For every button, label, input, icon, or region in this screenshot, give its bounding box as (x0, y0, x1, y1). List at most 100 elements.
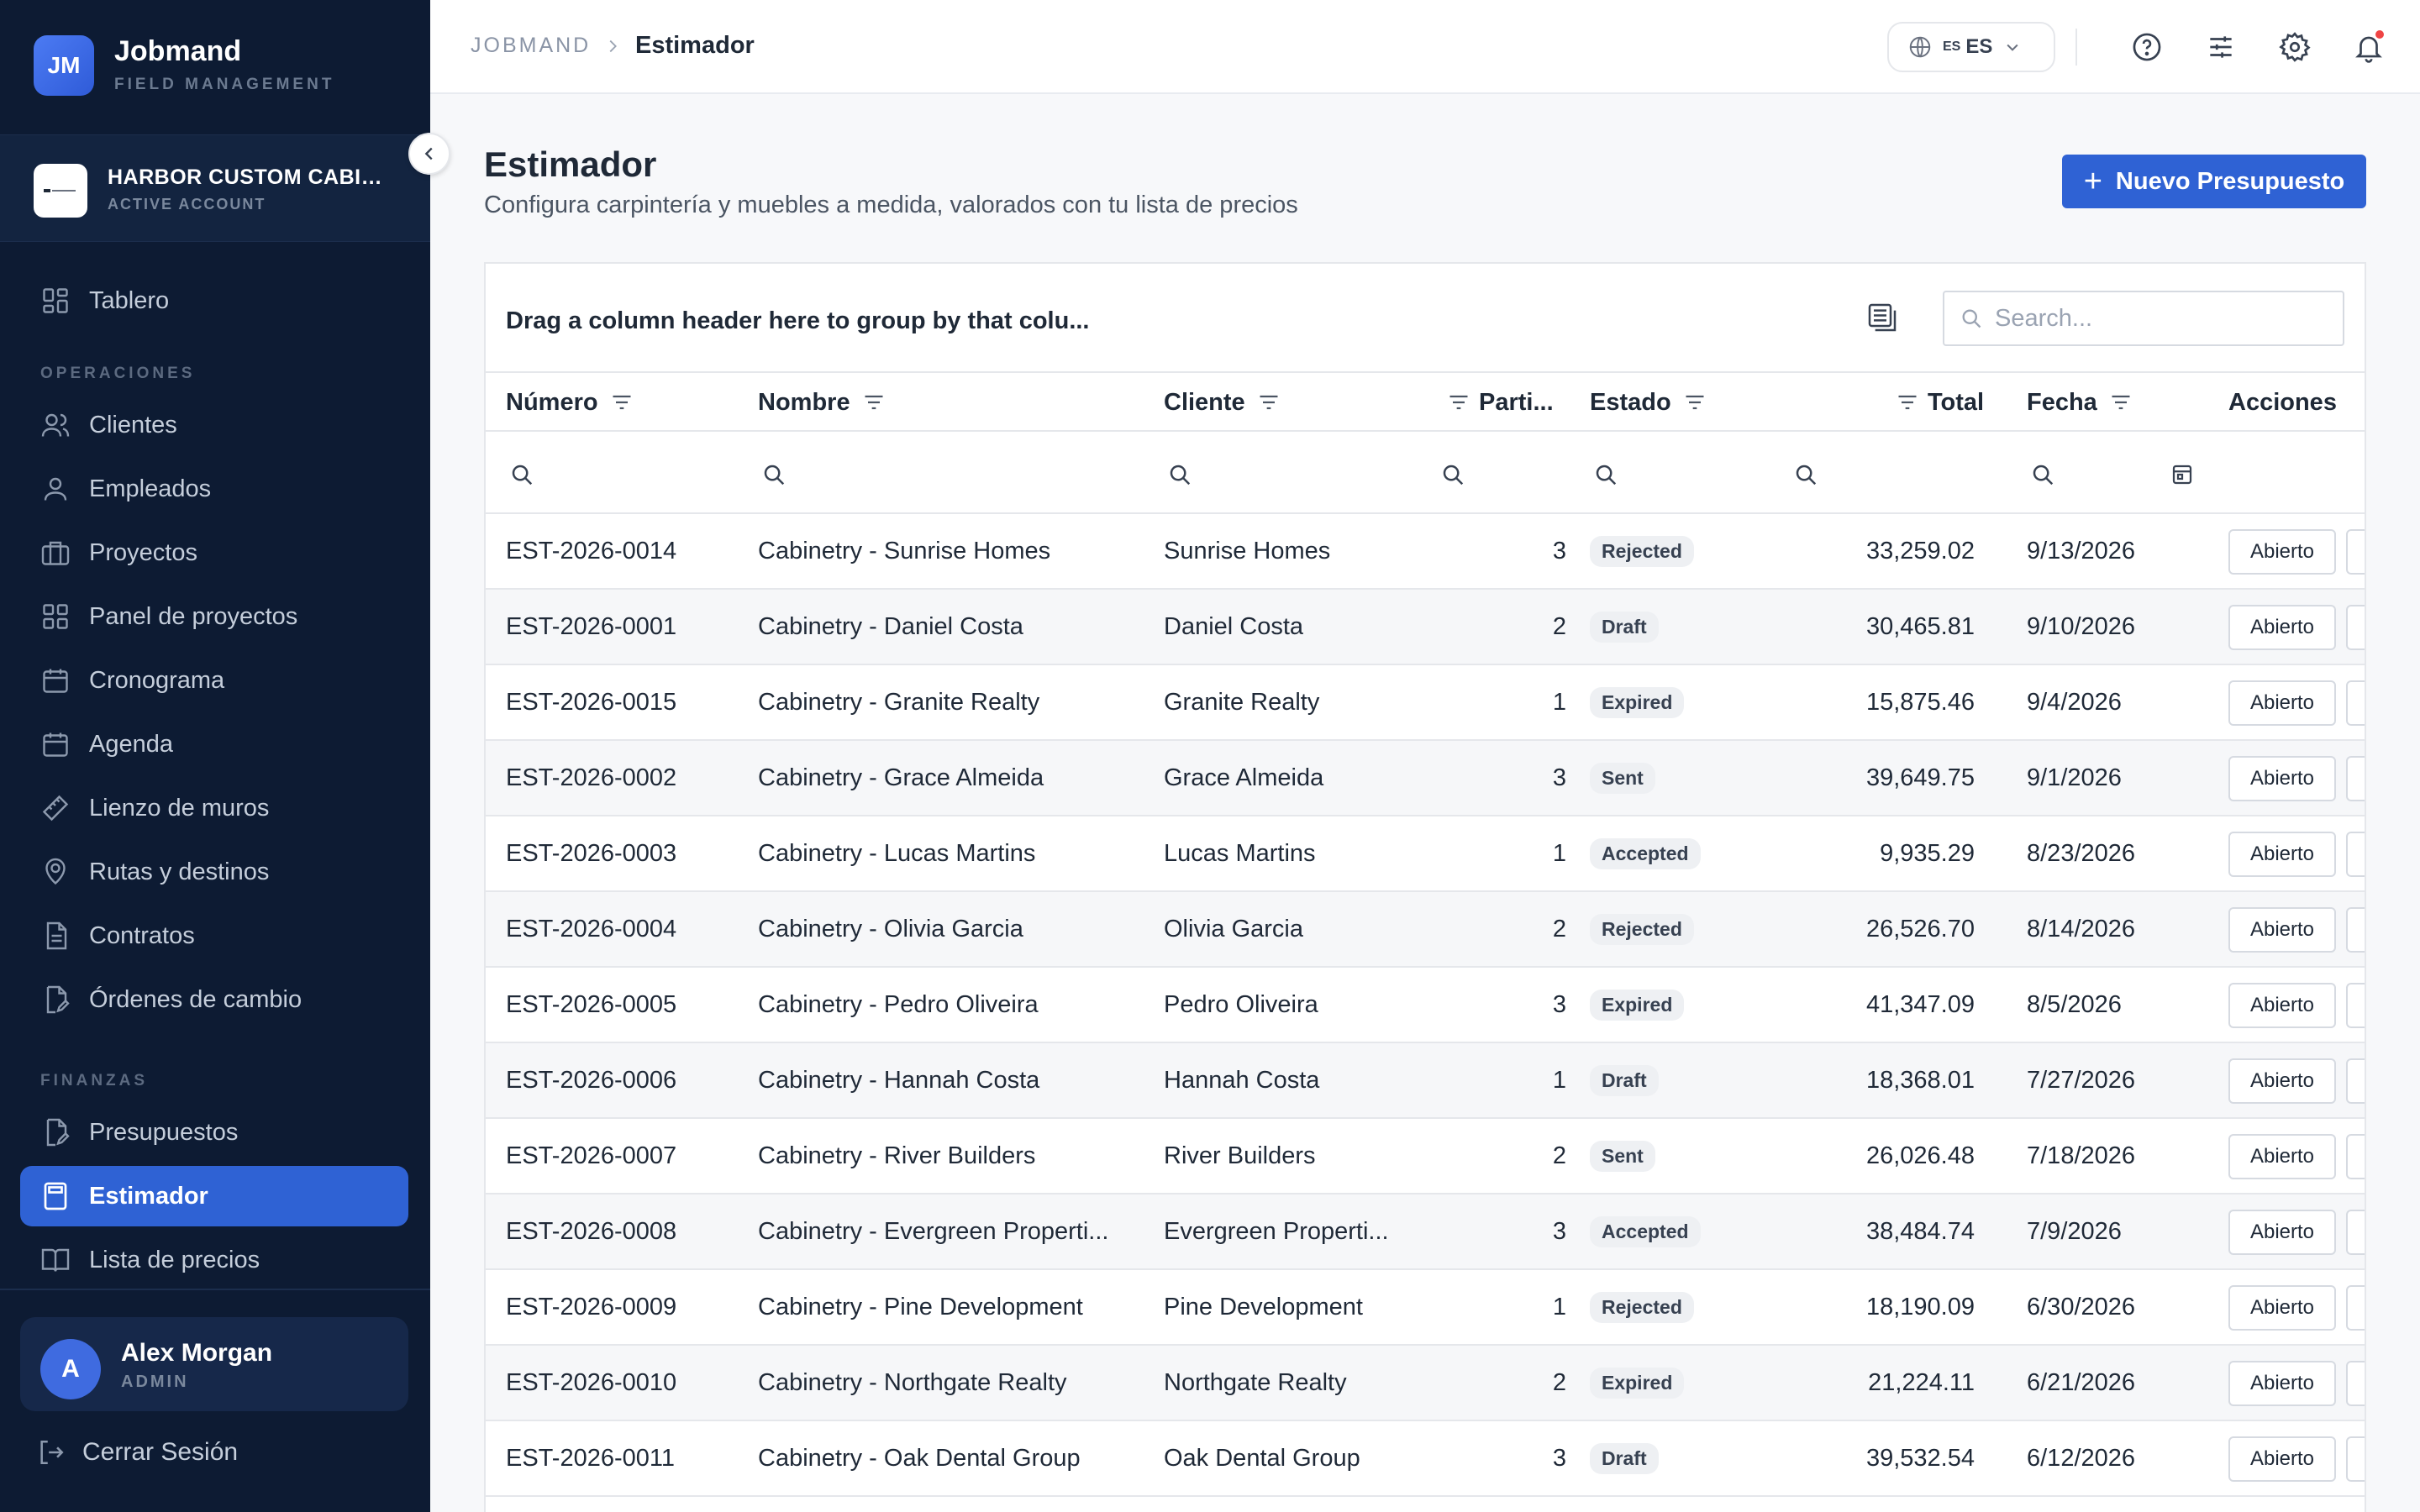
row-action-button[interactable] (2346, 529, 2365, 575)
group-panel[interactable]: Drag a column header here to group by th… (486, 264, 2365, 373)
table-row[interactable]: EST-2026-0014 Cabinetry - Sunrise Homes Su… (486, 514, 2365, 590)
row-action-button[interactable] (2346, 907, 2365, 953)
open-button[interactable]: Abierto (2228, 907, 2336, 953)
table-row[interactable]: EST-2026-0002 Cabinetry - Grace Almeida Gr… (486, 741, 2365, 816)
filter-search-icon[interactable] (1793, 462, 1818, 487)
sidebar-item-estimador[interactable]: Estimador (20, 1166, 408, 1226)
filter-search-icon[interactable] (1440, 462, 1465, 487)
table-row[interactable]: EST-2026-0006 Cabinetry - Hannah Costa Han… (486, 1043, 2365, 1119)
sidebar-item-rutas[interactable]: Rutas y destinos (20, 842, 408, 902)
sidebar-item-empleados[interactable]: Empleados (20, 459, 408, 519)
table-row[interactable]: EST-2026-0007 Cabinetry - River Builders R… (486, 1119, 2365, 1194)
breadcrumb-root[interactable]: JOBMAND (471, 34, 591, 58)
filter-search-icon[interactable] (2030, 462, 2055, 487)
row-action-button[interactable] (2346, 1285, 2365, 1331)
logout-button[interactable]: Cerrar Sesión (37, 1438, 238, 1467)
notifications-button[interactable] (2349, 27, 2389, 67)
table-row[interactable]: EST-2026-0005 Cabinetry - Pedro Oliveira P… (486, 968, 2365, 1043)
filter-icon[interactable] (610, 391, 634, 414)
table-row[interactable]: EST-2026-0009 Cabinetry - Pine Developmen… (486, 1270, 2365, 1346)
column-header-fecha[interactable]: Fecha (2027, 373, 2133, 432)
row-action-button[interactable] (2346, 605, 2365, 650)
sidebar-item-lienzo-muros[interactable]: Lienzo de muros (20, 778, 408, 838)
new-estimate-button[interactable]: + Nuevo Presupuesto (2062, 155, 2366, 208)
cell-partidas: 1 (1552, 1293, 1566, 1320)
filter-search-icon[interactable] (1593, 462, 1618, 487)
row-action-button[interactable] (2346, 1134, 2365, 1179)
open-button[interactable]: Abierto (2228, 1361, 2336, 1406)
sidebar-item-panel-proyectos[interactable]: Panel de proyectos (20, 586, 408, 647)
date-picker-icon[interactable] (2170, 462, 2195, 487)
filter-icon[interactable] (1896, 391, 1919, 414)
filter-icon[interactable] (1257, 391, 1281, 414)
table-row[interactable]: EST-2026-0003 Cabinetry - Lucas Martins Lu… (486, 816, 2365, 892)
cell-nombre: Cabinetry - Oak Dental Group (758, 1444, 1081, 1472)
column-header-label: Acciones (2228, 388, 2337, 416)
filter-icon[interactable] (1683, 391, 1707, 414)
filter-icon[interactable] (1447, 391, 1470, 414)
sidebar-item-tablero[interactable]: Tablero (20, 270, 408, 331)
open-button[interactable]: Abierto (2228, 1210, 2336, 1255)
row-action-button[interactable] (2346, 680, 2365, 726)
column-header-cliente[interactable]: Cliente (1164, 373, 1281, 432)
row-action-button[interactable] (2346, 832, 2365, 877)
row-action-button[interactable] (2346, 1436, 2365, 1482)
column-header-numero[interactable]: Número (506, 373, 634, 432)
table-row[interactable]: EST-2026-0001 Cabinetry - Daniel Costa Dan… (486, 590, 2365, 665)
filter-icon[interactable] (2109, 391, 2133, 414)
account-switcher[interactable]: HARBOR CUSTOM CABINETRY ACTIVE ACCOUNT (0, 134, 430, 242)
column-header-estado[interactable]: Estado (1590, 373, 1707, 432)
row-action-button[interactable] (2346, 1361, 2365, 1406)
status-badge: Sent (1590, 1140, 1655, 1172)
open-button[interactable]: Abierto (2228, 1285, 2336, 1331)
column-header-nombre[interactable]: Nombre (758, 373, 886, 432)
sidebar-item-cronograma[interactable]: Cronograma (20, 650, 408, 711)
sidebar-item-agenda[interactable]: Agenda (20, 714, 408, 774)
open-button[interactable]: Abierto (2228, 1134, 2336, 1179)
sidebar-item-clientes[interactable]: Clientes (20, 395, 408, 455)
filter-search-icon[interactable] (1167, 462, 1192, 487)
row-action-button[interactable] (2346, 983, 2365, 1028)
search-input[interactable] (1995, 304, 2323, 333)
open-button[interactable]: Abierto (2228, 605, 2336, 650)
brand[interactable]: JM Jobmand FIELD MANAGEMENT (34, 35, 403, 99)
table-row[interactable]: EST-2026-0011 Cabinetry - Oak Dental Grou… (486, 1421, 2365, 1497)
sidebar-item-proyectos[interactable]: Proyectos (20, 522, 408, 583)
status-badge: Draft (1590, 611, 1659, 643)
column-header-partidas[interactable]: Parti... (1447, 373, 1554, 432)
globe-icon (1909, 36, 1931, 58)
table-row[interactable]: EST-2026-0008 Cabinetry - Evergreen Prope… (486, 1194, 2365, 1270)
filters-button[interactable] (2201, 27, 2241, 67)
filter-search-icon[interactable] (509, 462, 534, 487)
cell-total: 38,484.74 (1865, 1217, 1975, 1245)
open-button[interactable]: Abierto (2228, 680, 2336, 726)
filter-search-icon[interactable] (761, 462, 786, 487)
sidebar-item-lista-precios[interactable]: Lista de precios (20, 1230, 408, 1290)
status-badge: Expired (1590, 989, 1685, 1021)
row-action-button[interactable] (2346, 1058, 2365, 1104)
sidebar-item-ordenes-cambio[interactable]: Órdenes de cambio (20, 969, 408, 1030)
help-button[interactable] (2127, 27, 2167, 67)
open-button[interactable]: Abierto (2228, 1058, 2336, 1104)
grid-search[interactable] (1943, 291, 2344, 346)
collapse-sidebar-button[interactable] (408, 133, 450, 175)
language-selector[interactable]: ES ES (1887, 22, 2055, 72)
table-row[interactable]: EST-2026-0010 Cabinetry - Northgate Realt… (486, 1346, 2365, 1421)
sidebar-item-presupuestos[interactable]: Presupuestos (20, 1102, 408, 1163)
open-button[interactable]: Abierto (2228, 529, 2336, 575)
open-button[interactable]: Abierto (2228, 983, 2336, 1028)
filter-icon[interactable] (862, 391, 886, 414)
open-button[interactable]: Abierto (2228, 832, 2336, 877)
settings-button[interactable] (2275, 27, 2315, 67)
table-row[interactable]: EST-2026-0015 Cabinetry - Granite Realty G… (486, 665, 2365, 741)
column-chooser-icon[interactable] (1865, 301, 1899, 334)
table-row[interactable]: EST-2026-0004 Cabinetry - Olivia Garcia Ol… (486, 892, 2365, 968)
sidebar-item-contratos[interactable]: Contratos (20, 906, 408, 966)
row-action-button[interactable] (2346, 1210, 2365, 1255)
open-button[interactable]: Abierto (2228, 756, 2336, 801)
row-action-button[interactable] (2346, 756, 2365, 801)
open-button[interactable]: Abierto (2228, 1436, 2336, 1482)
column-header-total[interactable]: Total (1896, 373, 1984, 432)
cell-nombre: Cabinetry - Olivia Garcia (758, 915, 1023, 942)
user-card[interactable]: A Alex Morgan ADMIN (20, 1317, 408, 1411)
